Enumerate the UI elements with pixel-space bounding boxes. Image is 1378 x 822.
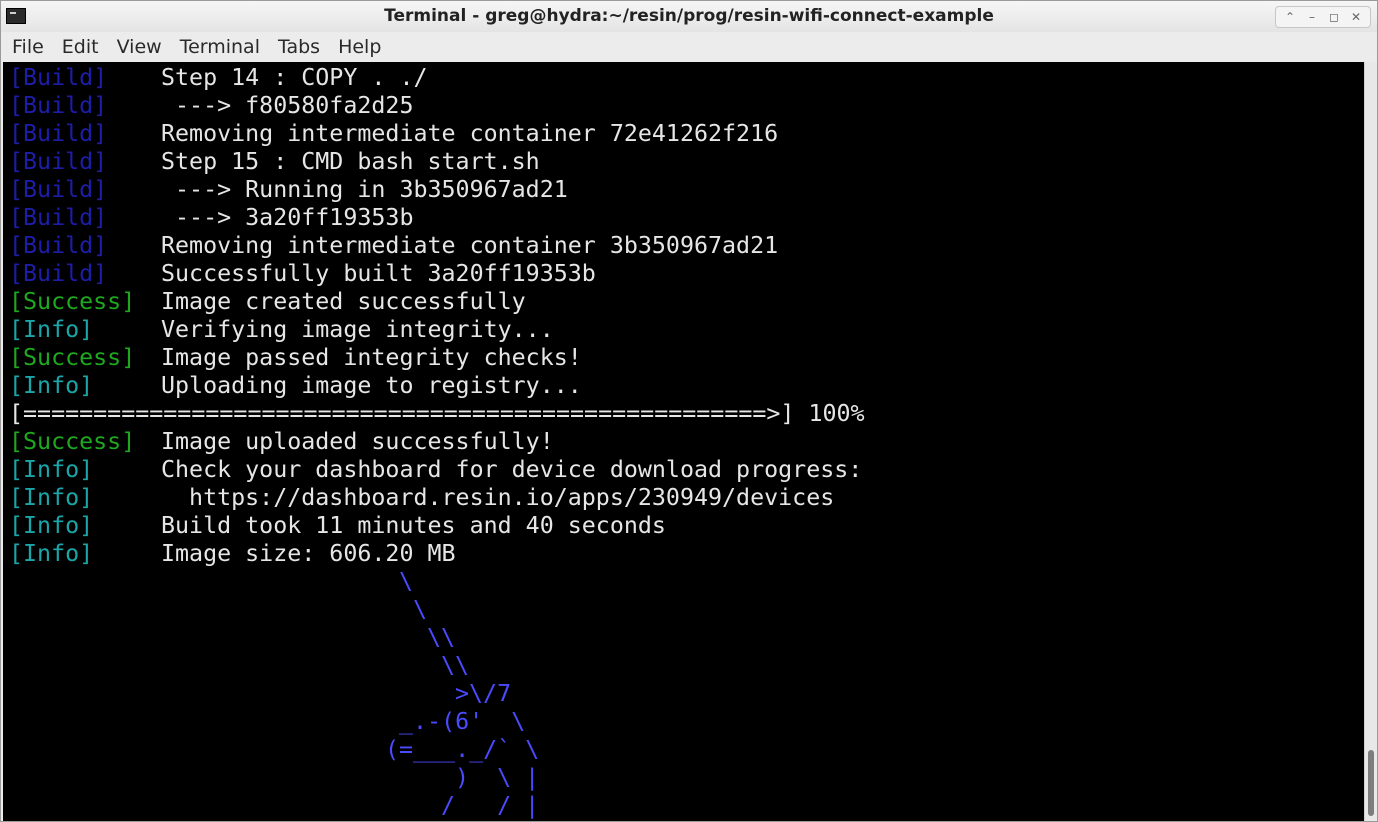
menu-edit[interactable]: Edit — [51, 36, 106, 58]
log-tag-success: [Success] — [9, 428, 136, 455]
window-controls: ⌃ – ◻ ✕ — [1275, 6, 1371, 28]
ascii-art-line: \\ — [427, 624, 456, 651]
log-tag-info: [Info] — [9, 456, 94, 483]
log-message: Image passed integrity checks! — [161, 344, 582, 371]
terminal-line: [Success] Image uploaded successfully! — [9, 428, 554, 456]
terminal-line: [Build] Removing intermediate container 7… — [9, 120, 778, 148]
scrollbar-thumb[interactable] — [1368, 750, 1374, 816]
log-message: Image size: 606.20 MB — [161, 540, 456, 567]
log-message: Removing intermediate container 72e41262… — [161, 120, 779, 147]
terminal-line: [Info] Image size: 606.20 MB — [9, 540, 456, 568]
log-message: Verifying image integrity... — [161, 316, 554, 343]
log-message: Image created successfully — [161, 288, 526, 315]
log-message: Uploading image to registry... — [161, 372, 582, 399]
menu-bar: File Edit View Terminal Tabs Help — [1, 32, 1377, 61]
ascii-art-line: \ — [413, 596, 428, 623]
menu-help[interactable]: Help — [327, 36, 388, 58]
ascii-art-line: _.-(6' \ — [399, 708, 526, 735]
vertical-scrollbar[interactable] — [1364, 62, 1377, 821]
maximize-icon[interactable]: ◻ — [1324, 8, 1344, 26]
log-tag-info: [Info] — [9, 372, 94, 399]
upload-progress-bar: [=======================================… — [9, 400, 865, 427]
log-tag-build: [Build] — [9, 204, 108, 231]
log-tag-build: [Build] — [9, 260, 108, 287]
log-message: Removing intermediate container 3b350967… — [161, 232, 779, 259]
log-message: Step 14 : COPY . ./ — [161, 64, 428, 91]
terminal-line: [Info] https://dashboard.resin.io/apps/2… — [9, 484, 834, 512]
terminal-line: [Info] Build took 11 minutes and 40 secon… — [9, 512, 666, 540]
log-message: https://dashboard.resin.io/apps/230949/d… — [161, 484, 835, 511]
title-bar[interactable]: Terminal - greg@hydra:~/resin/prog/resin… — [1, 1, 1377, 33]
shade-up-icon[interactable]: ⌃ — [1280, 8, 1300, 26]
log-message: Image uploaded successfully! — [161, 428, 554, 455]
terminal-line: [Build] Step 14 : COPY . ./ — [9, 64, 428, 92]
close-icon[interactable]: ✕ — [1346, 8, 1366, 26]
log-message: Build took 11 minutes and 40 seconds — [161, 512, 666, 539]
log-tag-build: [Build] — [9, 148, 108, 175]
log-tag-build: [Build] — [9, 92, 108, 119]
minimize-icon[interactable]: – — [1302, 8, 1322, 26]
log-tag-success: [Success] — [9, 344, 136, 371]
log-tag-build: [Build] — [9, 176, 108, 203]
ascii-art-line: \ — [399, 568, 414, 595]
log-message: ---> Running in 3b350967ad21 — [161, 176, 568, 203]
ascii-art-line: >\/7 — [455, 680, 512, 707]
terminal-line: [Success] Image passed integrity checks! — [9, 344, 582, 372]
ascii-art-line: \\ — [441, 652, 470, 679]
terminal-line: [Info] Uploading image to registry... — [9, 372, 582, 400]
log-tag-info: [Info] — [9, 316, 94, 343]
terminal-line: [Build] ---> f80580fa2d25 — [9, 92, 413, 120]
terminal-line: [Build] ---> Running in 3b350967ad21 — [9, 176, 568, 204]
ascii-art-line: ) \ | — [455, 764, 540, 791]
log-message: Step 15 : CMD bash start.sh — [161, 148, 540, 175]
ascii-art-line: / / | — [441, 792, 540, 819]
log-tag-success: [Success] — [9, 288, 136, 315]
log-tag-info: [Info] — [9, 484, 94, 511]
terminal-window: Terminal - greg@hydra:~/resin/prog/resin… — [0, 0, 1378, 822]
log-message: Check your dashboard for device download… — [161, 456, 863, 483]
log-tag-build: [Build] — [9, 120, 108, 147]
terminal-output[interactable]: [Build] Step 14 : COPY . ./[Build] ---> f… — [3, 62, 1364, 821]
ascii-art-line: (=___._/` \ — [385, 736, 540, 763]
terminal-line: [Success] Image created successfully — [9, 288, 526, 316]
menu-tabs[interactable]: Tabs — [267, 36, 327, 58]
menu-terminal[interactable]: Terminal — [169, 36, 267, 58]
terminal-line: [Build] Successfully built 3a20ff19353b — [9, 260, 596, 288]
log-tag-info: [Info] — [9, 540, 94, 567]
terminal-line: [Info] Verifying image integrity... — [9, 316, 554, 344]
terminal-line: [Build] Step 15 : CMD bash start.sh — [9, 148, 540, 176]
log-message: Successfully built 3a20ff19353b — [161, 260, 596, 287]
log-tag-build: [Build] — [9, 232, 108, 259]
log-tag-info: [Info] — [9, 512, 94, 539]
menu-file[interactable]: File — [1, 36, 51, 58]
log-message: ---> 3a20ff19353b — [161, 204, 414, 231]
terminal-line: [Build] ---> 3a20ff19353b — [9, 204, 413, 232]
menu-view[interactable]: View — [106, 36, 169, 58]
terminal-line: [Info] Check your dashboard for device do… — [9, 456, 862, 484]
window-title: Terminal - greg@hydra:~/resin/prog/resin… — [384, 6, 994, 26]
terminal-line: [Build] Removing intermediate container 3… — [9, 232, 778, 260]
log-tag-build: [Build] — [9, 64, 108, 91]
log-message: ---> f80580fa2d25 — [161, 92, 414, 119]
